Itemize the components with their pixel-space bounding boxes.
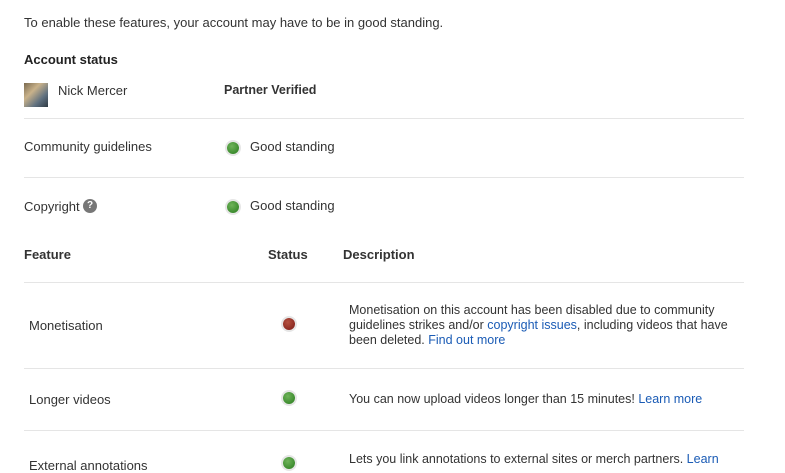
divider <box>24 368 744 369</box>
intro-text: To enable these features, your account m… <box>24 15 444 30</box>
find-out-more-link[interactable]: Find out more <box>428 333 505 347</box>
feature-monetisation: Monetisation <box>29 318 103 333</box>
monetisation-status-dot <box>283 318 295 330</box>
longer-videos-status-dot <box>283 392 295 404</box>
external-annotations-status-dot <box>283 457 295 469</box>
status-column-header: Status <box>268 247 308 262</box>
avatar[interactable] <box>24 83 48 107</box>
feature-external-annotations: External annotations <box>29 458 148 473</box>
feature-column-header: Feature <box>24 247 71 262</box>
learn-more-link[interactable]: Learn more <box>638 392 702 406</box>
account-status-heading: Account status <box>24 52 118 67</box>
monetisation-description: Monetisation on this account has been di… <box>349 303 739 348</box>
divider <box>24 430 744 431</box>
copyright-label: Copyright <box>24 199 80 214</box>
help-icon[interactable]: ? <box>83 199 97 213</box>
community-guidelines-status: Good standing <box>250 139 335 154</box>
community-guidelines-status-dot <box>227 142 239 154</box>
copyright-status: Good standing <box>250 198 335 213</box>
copyright-status-dot <box>227 201 239 213</box>
divider <box>24 177 744 178</box>
copyright-issues-link[interactable]: copyright issues <box>487 318 577 332</box>
community-guidelines-label: Community guidelines <box>24 139 152 154</box>
feature-longer-videos: Longer videos <box>29 392 111 407</box>
longer-videos-description: You can now upload videos longer than 15… <box>349 392 769 407</box>
partner-status-label: Partner Verified <box>224 83 317 97</box>
user-name: Nick Mercer <box>58 83 128 98</box>
longer-videos-desc-text: You can now upload videos longer than 15… <box>349 392 639 406</box>
divider <box>24 282 744 283</box>
learn-link[interactable]: Learn <box>687 452 719 466</box>
external-annotations-desc-text: Lets you link annotations to external si… <box>349 452 687 466</box>
description-column-header: Description <box>343 247 415 262</box>
divider <box>24 118 744 119</box>
external-annotations-description: Lets you link annotations to external si… <box>349 452 769 467</box>
